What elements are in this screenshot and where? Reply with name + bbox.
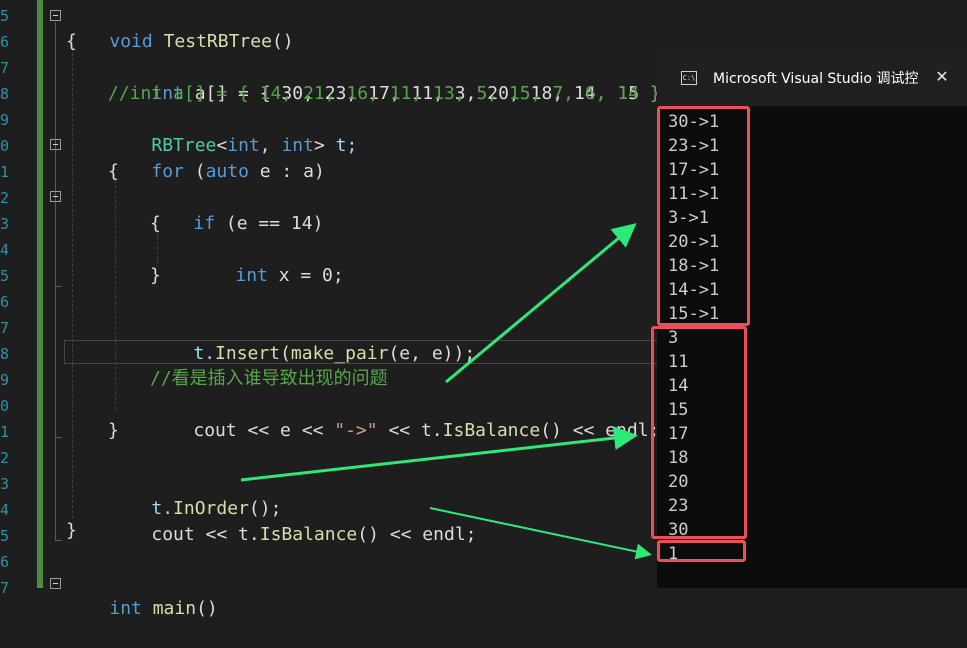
token: int bbox=[109, 598, 142, 619]
arrow bbox=[429, 507, 652, 560]
token: main bbox=[141, 598, 197, 619]
token: () bbox=[196, 598, 218, 619]
arrow bbox=[445, 223, 637, 384]
annotation-arrows bbox=[240, 223, 652, 560]
arrow bbox=[240, 426, 638, 482]
